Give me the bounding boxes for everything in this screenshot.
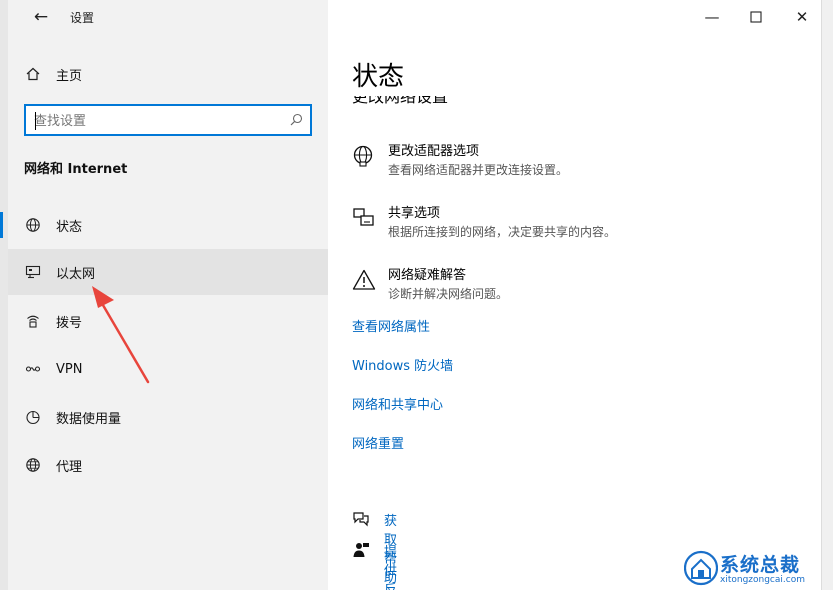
sidebar-item-label: VPN xyxy=(56,361,83,377)
sidebar-item-proxy[interactable]: 代理 xyxy=(8,442,328,488)
sidebar-item-label: 主页 xyxy=(56,68,83,84)
search-icon[interactable] xyxy=(288,112,304,128)
search-box[interactable] xyxy=(24,104,312,136)
sidebar-item-label: 代理 xyxy=(56,459,83,475)
vpn-icon xyxy=(24,360,42,378)
link-view-network-properties[interactable]: 查看网络属性 xyxy=(352,316,430,335)
option-description: 查看网络适配器并更改连接设置。 xyxy=(388,163,569,177)
maximize-icon[interactable] xyxy=(744,6,768,28)
ethernet-icon xyxy=(24,263,42,281)
sidebar-item-home[interactable]: 主页 xyxy=(8,51,328,97)
link-network-reset[interactable]: 网络重置 xyxy=(352,433,404,452)
annotation-arrow-icon xyxy=(92,286,150,384)
section-title: 网络和 Internet xyxy=(24,162,128,177)
sidebar-item-dialup[interactable]: 拨号 xyxy=(8,298,328,344)
back-arrow-icon[interactable]: ← xyxy=(28,6,54,28)
adapter-globe-icon xyxy=(352,144,378,170)
watermark-logo-icon xyxy=(684,550,718,586)
option-description: 诊断并解决网络问题。 xyxy=(388,287,509,301)
site-watermark: 系统总裁 xitongzongcai.com xyxy=(684,548,830,590)
search-input[interactable] xyxy=(34,112,284,130)
globe-icon xyxy=(24,216,42,234)
give-feedback-label: 提供反馈 xyxy=(384,545,398,590)
option-title: 共享选项 xyxy=(388,206,441,221)
sidebar-item-label: 以太网 xyxy=(56,266,96,282)
sidebar-item-label: 拨号 xyxy=(56,315,83,331)
background-window-edge xyxy=(821,0,833,590)
sidebar-item-status[interactable]: 状态 xyxy=(0,202,328,248)
dialup-icon xyxy=(24,312,42,330)
option-sharing[interactable]: 共享选项 根据所连接到的网络，决定要共享的内容。 xyxy=(352,202,812,246)
option-change-adapter[interactable]: 更改适配器选项 查看网络适配器并更改连接设置。 xyxy=(352,140,812,184)
watermark-name: 系统总裁 xyxy=(720,554,801,576)
link-windows-firewall[interactable]: Windows 防火墙 xyxy=(352,355,453,374)
sidebar-item-ethernet[interactable]: 以太网 xyxy=(8,249,328,295)
sharing-icon xyxy=(352,206,378,232)
page-title: 状态 xyxy=(352,62,405,92)
sidebar-item-label: 状态 xyxy=(56,219,83,235)
clipped-section-heading: 更改网络设置 xyxy=(352,96,449,106)
option-troubleshoot[interactable]: 网络疑难解答 诊断并解决网络问题。 xyxy=(352,264,812,308)
minimize-icon[interactable]: — xyxy=(700,6,724,28)
home-icon xyxy=(24,65,42,83)
sidebar-item-data-usage[interactable]: 数据使用量 xyxy=(8,394,328,440)
main-content: — ✕ 状态 更改网络设置 更改适配器选项 查看网络适配器并更改连接设置。 共享… xyxy=(328,0,833,590)
option-title: 网络疑难解答 xyxy=(388,268,467,283)
watermark-url: xitongzongcai.com xyxy=(720,575,805,585)
help-chat-icon xyxy=(352,510,370,528)
feedback-icon xyxy=(352,541,370,559)
close-icon[interactable]: ✕ xyxy=(790,6,814,28)
option-description: 根据所连接到的网络，决定要共享的内容。 xyxy=(388,225,617,239)
sidebar-item-label: 数据使用量 xyxy=(56,411,122,427)
settings-sidebar: ← 设置 主页 网络和 Internet 状态 以太网 拨号 xyxy=(0,0,328,590)
warning-icon xyxy=(352,268,378,294)
option-title: 更改适配器选项 xyxy=(388,144,480,159)
link-network-sharing-center[interactable]: 网络和共享中心 xyxy=(352,394,443,413)
sidebar-item-vpn[interactable]: VPN xyxy=(8,346,328,392)
data-usage-icon xyxy=(24,408,42,426)
proxy-globe-icon xyxy=(24,456,42,474)
app-title: 设置 xyxy=(70,11,95,25)
text-caret xyxy=(35,112,36,130)
